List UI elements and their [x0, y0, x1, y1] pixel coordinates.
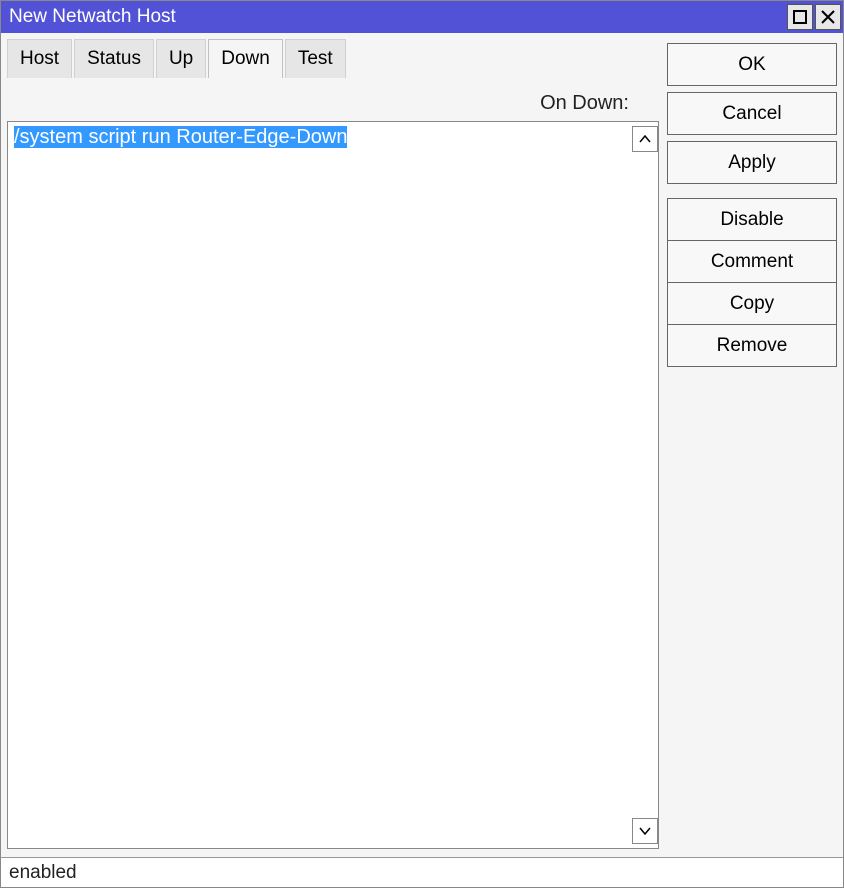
action-sidebar: OK Cancel Apply Disable Comment Copy Rem… [667, 39, 837, 857]
disable-button[interactable]: Disable [667, 198, 837, 241]
script-editor-container: /system script run Router-Edge-Down [7, 121, 659, 849]
cancel-button[interactable]: Cancel [667, 92, 837, 135]
tab-up[interactable]: Up [156, 39, 206, 78]
status-text: enabled [9, 862, 77, 884]
tab-down[interactable]: Down [208, 39, 283, 78]
dialog-body: Host Status Up Down Test On Down: /syste… [1, 33, 843, 857]
remove-button[interactable]: Remove [667, 324, 837, 367]
tab-status[interactable]: Status [74, 39, 154, 78]
chevron-up-icon[interactable] [632, 126, 658, 152]
tab-host[interactable]: Host [7, 39, 72, 78]
script-text: /system script run Router-Edge-Down [14, 126, 347, 148]
apply-button[interactable]: Apply [667, 141, 837, 184]
tab-test[interactable]: Test [285, 39, 346, 78]
tab-bar: Host Status Up Down Test [7, 39, 659, 78]
maximize-button[interactable] [787, 4, 813, 30]
close-button[interactable] [815, 4, 841, 30]
dialog-window: New Netwatch Host Host Status Up Down Te… [0, 0, 844, 888]
script-editor[interactable]: /system script run Router-Edge-Down [8, 122, 628, 848]
copy-button[interactable]: Copy [667, 282, 837, 325]
editor-spin-column [628, 122, 658, 848]
field-label-on-down: On Down: [7, 78, 659, 121]
chevron-down-icon[interactable] [632, 818, 658, 844]
status-bar: enabled [1, 857, 843, 887]
window-title: New Netwatch Host [9, 6, 787, 28]
main-column: Host Status Up Down Test On Down: /syste… [7, 39, 659, 857]
ok-button[interactable]: OK [667, 43, 837, 86]
comment-button[interactable]: Comment [667, 240, 837, 283]
titlebar: New Netwatch Host [1, 1, 843, 33]
